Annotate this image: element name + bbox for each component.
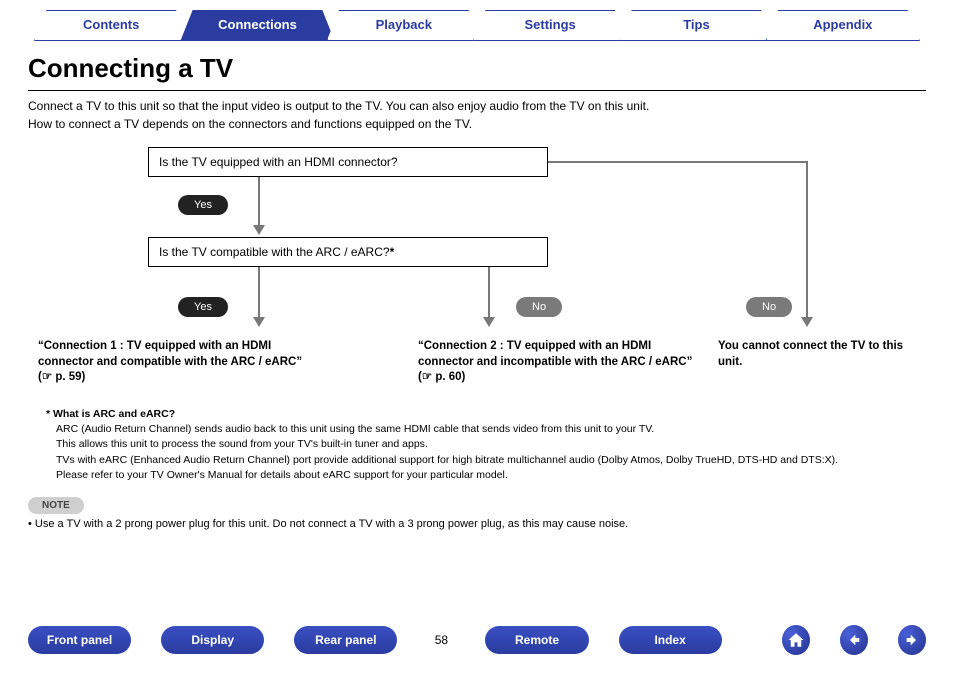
intro-line-2: How to connect a TV depends on the conne… [28,115,926,133]
arrow-right-icon [904,632,920,648]
tab-connections[interactable]: Connections [180,10,334,41]
footnote-block: * What is ARC and eARC? ARC (Audio Retur… [46,407,926,483]
page-number: 58 [427,633,455,647]
tab-appendix[interactable]: Appendix [766,10,920,41]
intro-line-1: Connect a TV to this unit so that the in… [28,97,926,115]
top-tabs: Contents Connections Playback Settings T… [28,0,926,41]
arrow [806,161,808,321]
tab-tips[interactable]: Tips [619,10,773,41]
question-2-text: Is the TV compatible with the ARC / eARC… [159,245,390,259]
question-2-star: * [390,245,395,259]
arrowhead-icon [253,317,265,327]
result-connection-2[interactable]: “Connection 2 : TV equipped with an HDMI… [418,339,698,386]
nav-remote[interactable]: Remote [485,626,588,654]
arrowhead-icon [483,317,495,327]
arrow [258,267,260,321]
footnote-star: * [46,408,50,420]
tab-playback[interactable]: Playback [327,10,481,41]
tab-settings[interactable]: Settings [473,10,627,41]
arrow-left-icon [846,632,862,648]
question-box-1: Is the TV equipped with an HDMI connecto… [148,147,548,177]
note-bullet: • Use a TV with a 2 prong power plug for… [28,518,926,530]
no-pill-2: No [516,297,562,317]
nav-display[interactable]: Display [161,626,264,654]
home-button[interactable] [782,625,810,655]
footnote-line: TVs with eARC (Enhanced Audio Return Cha… [56,453,926,468]
arrowhead-icon [801,317,813,327]
arrow [488,267,490,321]
footnote-line: Please refer to your TV Owner's Manual f… [56,468,926,483]
title-rule [28,90,926,91]
intro-text: Connect a TV to this unit so that the in… [28,97,926,133]
footnote-line: This allows this unit to process the sou… [56,437,926,452]
bottom-nav: Front panel Display Rear panel 58 Remote… [28,625,926,655]
tab-contents[interactable]: Contents [34,10,188,41]
flowchart: Is the TV equipped with an HDMI connecto… [28,147,926,407]
nav-rear-panel[interactable]: Rear panel [294,626,397,654]
nav-front-panel[interactable]: Front panel [28,626,131,654]
arrow [258,177,260,229]
note-badge: NOTE [28,497,84,514]
result-connection-1[interactable]: “Connection 1 : TV equipped with an HDMI… [38,339,308,386]
page-title: Connecting a TV [28,53,926,84]
home-icon [787,631,805,649]
no-pill-1: No [746,297,792,317]
next-page-button[interactable] [898,625,926,655]
yes-pill-2: Yes [178,297,228,317]
arrowhead-icon [253,225,265,235]
yes-pill-1: Yes [178,195,228,215]
result-cannot-connect: You cannot connect the TV to this unit. [718,339,918,370]
nav-index[interactable]: Index [619,626,722,654]
footnote-line: ARC (Audio Return Channel) sends audio b… [56,422,926,437]
prev-page-button[interactable] [840,625,868,655]
question-box-2: Is the TV compatible with the ARC / eARC… [148,237,548,267]
arrow [548,161,808,163]
footnote-heading: What is ARC and eARC? [53,408,175,420]
